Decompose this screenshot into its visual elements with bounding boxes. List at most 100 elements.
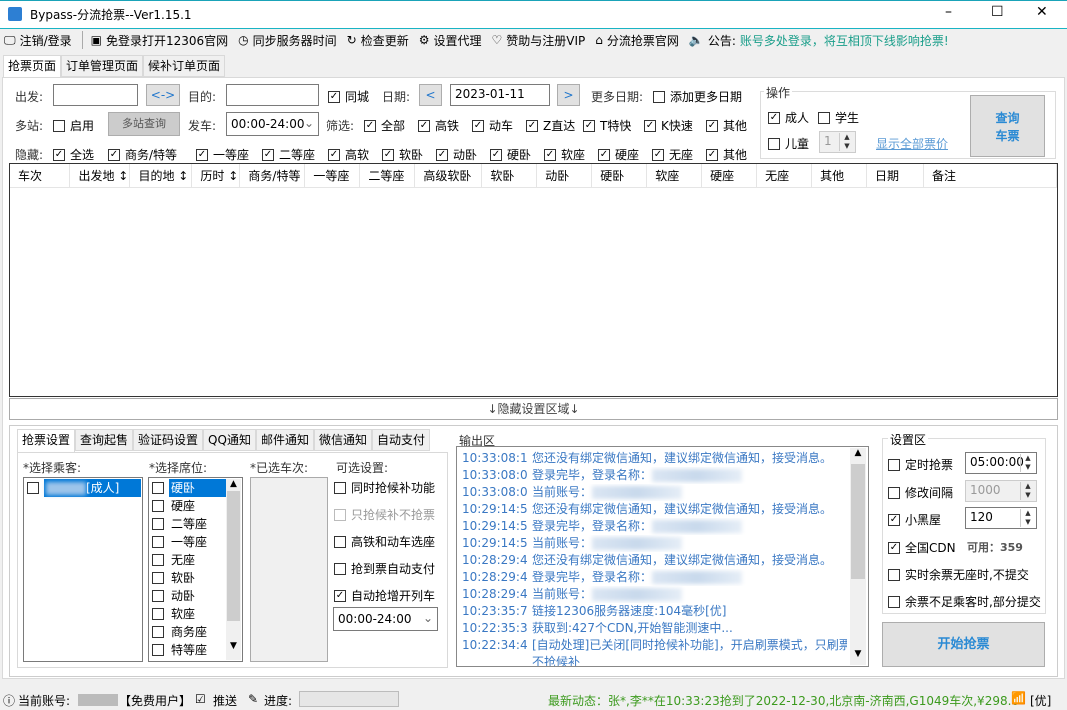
column-header[interactable]: 高级软卧 xyxy=(415,164,482,187)
query-tickets-button[interactable]: 查询车票 xyxy=(970,95,1045,157)
push-label[interactable]: 推送 xyxy=(213,692,237,709)
settings-tab-2[interactable]: 验证码设置 xyxy=(133,429,203,451)
settings-tab-5[interactable]: 微信通知 xyxy=(314,429,372,451)
hide-checkbox-1[interactable]: 商务/特等 xyxy=(108,146,177,163)
hide-checkbox-9[interactable]: 硬座 xyxy=(598,146,639,163)
auto-train-time-select[interactable]: 00:00-24:00⌄ xyxy=(333,607,438,631)
settings-tab-0[interactable]: 抢票设置 xyxy=(17,429,75,453)
settings-tab-4[interactable]: 邮件通知 xyxy=(256,429,314,451)
child-count-spinner[interactable]: 1▲▼ xyxy=(819,131,856,153)
toolbar-item-4[interactable]: ⚙设置代理 xyxy=(419,29,482,51)
filter-checkbox-2[interactable]: 动车 xyxy=(472,117,513,134)
no-seat-checkbox[interactable]: 实时余票无座时,不提交 xyxy=(888,566,1029,583)
blackroom-checkbox[interactable]: 小黑屋 xyxy=(888,511,941,528)
minimize-button[interactable]: – xyxy=(945,4,952,20)
tab-orders[interactable]: 订单管理页面 xyxy=(61,55,143,77)
option-checkbox-4[interactable]: 自动抢增开列车 xyxy=(334,587,435,604)
seat-list[interactable]: 硬卧硬座二等座一等座无座软卧动卧软座商务座特等座 ▲▼ xyxy=(148,477,243,662)
settings-tab-6[interactable]: 自动支付 xyxy=(372,429,430,451)
depart-time-select[interactable]: 00:00-24:00⌄ xyxy=(226,112,319,136)
hide-checkbox-7[interactable]: 硬卧 xyxy=(490,146,531,163)
refresh-icon: ↻ xyxy=(347,33,357,47)
column-header[interactable]: 日期 xyxy=(867,164,924,187)
option-checkbox-1[interactable]: 只抢候补不抢票 xyxy=(334,506,435,523)
hide-settings-toggle[interactable]: ↓隐藏设置区域↓ xyxy=(9,398,1058,420)
seat-list-scrollbar[interactable]: ▲▼ xyxy=(226,479,241,660)
option-checkbox-2[interactable]: 高铁和动车选座 xyxy=(334,533,435,550)
hide-checkbox-2[interactable]: 一等座 xyxy=(196,146,249,163)
log-scrollbar[interactable]: ▲▼ xyxy=(850,448,866,665)
toolbar-item-3[interactable]: ↻检查更新 xyxy=(347,29,409,51)
hide-checkbox-10[interactable]: 无座 xyxy=(652,146,693,163)
hide-checkbox-6[interactable]: 动卧 xyxy=(436,146,477,163)
filter-checkbox-1[interactable]: 高铁 xyxy=(418,117,459,134)
filter-checkbox-4[interactable]: T特快 xyxy=(583,117,631,134)
prev-date-button[interactable]: < xyxy=(419,84,442,106)
same-city-checkbox[interactable]: 同城 xyxy=(328,88,369,105)
column-header[interactable]: 二等座 xyxy=(360,164,415,187)
start-grab-button[interactable]: 开始抢票 xyxy=(882,622,1045,667)
column-header[interactable]: 历时 ↕ xyxy=(192,164,240,187)
output-log[interactable]: 10:33:08:1您还没有绑定微信通知，建议绑定微信通知，接受消息。10:33… xyxy=(456,446,869,667)
hide-checkbox-5[interactable]: 软卧 xyxy=(382,146,423,163)
column-header[interactable]: 其他 xyxy=(812,164,867,187)
column-header[interactable]: 软卧 xyxy=(482,164,537,187)
toolbar-item-0[interactable]: 🖵注销/登录 xyxy=(4,29,72,51)
toolbar-item-5[interactable]: ♡赞助与注册VIP xyxy=(492,29,586,51)
tab-grab[interactable]: 抢票页面 xyxy=(3,55,61,79)
next-date-button[interactable]: > xyxy=(557,84,580,106)
timed-grab-input[interactable]: 05:00:00▲▼ xyxy=(965,452,1037,474)
column-header[interactable]: 出发地 ↕ xyxy=(70,164,130,187)
column-header[interactable]: 硬座 xyxy=(702,164,757,187)
column-header[interactable]: 一等座 xyxy=(305,164,360,187)
column-header[interactable]: 软座 xyxy=(647,164,702,187)
toolbar-item-6[interactable]: ⌂分流抢票官网 xyxy=(595,29,679,51)
adult-checkbox[interactable]: 成人 xyxy=(768,109,809,126)
show-all-prices-link[interactable]: 显示全部票价 xyxy=(876,135,948,152)
child-checkbox[interactable]: 儿童 xyxy=(768,135,809,152)
hide-checkbox-11[interactable]: 其他 xyxy=(706,146,747,163)
passenger-list[interactable]: [成人] xyxy=(23,477,143,662)
add-more-dates-checkbox[interactable]: 添加更多日期 xyxy=(653,88,742,105)
maximize-button[interactable]: ☐ xyxy=(991,4,1004,20)
option-checkbox-0[interactable]: 同时抢候补功能 xyxy=(334,479,435,496)
toolbar-item-2[interactable]: ◷同步服务器时间 xyxy=(238,29,337,51)
filter-checkbox-3[interactable]: Z直达 xyxy=(526,117,575,134)
column-header[interactable]: 目的地 ↕ xyxy=(130,164,192,187)
column-header[interactable]: 无座 xyxy=(757,164,812,187)
close-button[interactable]: ✕ xyxy=(1036,4,1048,20)
multi-enable-checkbox[interactable]: 启用 xyxy=(53,117,94,134)
hide-checkbox-3[interactable]: 二等座 xyxy=(262,146,315,163)
toolbar-item-1[interactable]: ▣免登录打开12306官网 xyxy=(91,29,229,51)
settings-tab-3[interactable]: QQ通知 xyxy=(203,429,256,451)
interval-input[interactable]: 1000▲▼ xyxy=(965,480,1037,502)
tab-waitlist[interactable]: 候补订单页面 xyxy=(143,55,225,77)
student-checkbox[interactable]: 学生 xyxy=(818,109,859,126)
to-input[interactable] xyxy=(226,84,319,106)
selected-trains-list[interactable] xyxy=(250,477,328,662)
column-header[interactable]: 车次 xyxy=(10,164,70,187)
national-cdn-checkbox[interactable]: 全国CDN xyxy=(888,539,956,556)
passenger-item[interactable]: [成人] xyxy=(25,479,141,497)
column-header[interactable]: 动卧 xyxy=(537,164,592,187)
filter-checkbox-6[interactable]: 其他 xyxy=(706,117,747,134)
column-header[interactable]: 硬卧 xyxy=(592,164,647,187)
settings-tab-1[interactable]: 查询起售 xyxy=(75,429,133,451)
swap-button[interactable]: <-> xyxy=(146,84,180,106)
timed-grab-checkbox[interactable]: 定时抢票 xyxy=(888,456,953,473)
hide-checkbox-0[interactable]: 全选 xyxy=(53,146,94,163)
filter-checkbox-5[interactable]: K快速 xyxy=(644,117,693,134)
multi-query-button[interactable]: 多站查询 xyxy=(108,112,180,136)
hide-checkbox-4[interactable]: 高软 xyxy=(328,146,369,163)
blackroom-input[interactable]: 120▲▼ xyxy=(965,507,1037,529)
filter-checkbox-0[interactable]: 全部 xyxy=(364,117,405,134)
date-input[interactable]: 2023-01-11 xyxy=(450,84,550,106)
interval-checkbox[interactable]: 修改间隔 xyxy=(888,484,953,501)
partial-submit-checkbox[interactable]: 余票不足乘客时,部分提交 xyxy=(888,593,1041,610)
option-checkbox-3[interactable]: 抢到票自动支付 xyxy=(334,560,435,577)
train-table[interactable]: 车次出发地 ↕目的地 ↕历时 ↕商务/特等一等座二等座高级软卧软卧动卧硬卧软座硬… xyxy=(9,163,1058,397)
column-header[interactable]: 商务/特等 xyxy=(240,164,305,187)
from-input[interactable] xyxy=(53,84,138,106)
hide-checkbox-8[interactable]: 软座 xyxy=(544,146,585,163)
column-header[interactable]: 备注 xyxy=(923,164,1056,187)
